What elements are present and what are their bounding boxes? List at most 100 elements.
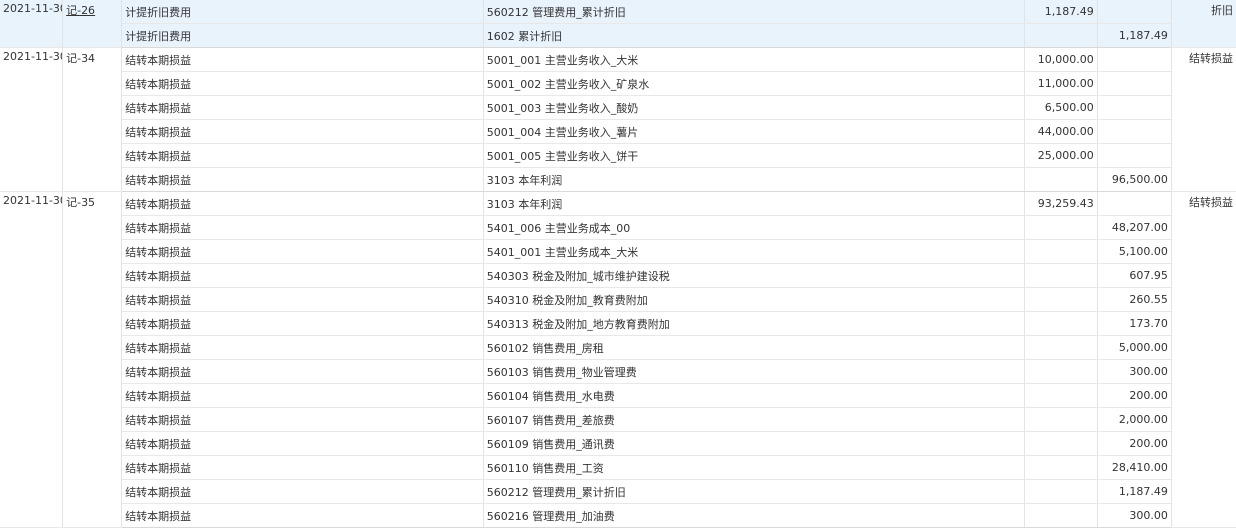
line-summary: 结转本期损益 (121, 479, 484, 504)
line-summary: 结转本期损益 (121, 71, 484, 96)
voucher-line-row[interactable]: 结转本期损益 560109 销售费用_通讯费 200.00 (0, 431, 1236, 456)
line-credit-amount: 300.00 (1097, 359, 1172, 384)
line-summary: 结转本期损益 (121, 263, 484, 288)
line-summary: 结转本期损益 (121, 191, 484, 216)
line-credit-amount: 173.70 (1097, 311, 1172, 336)
line-summary: 计提折旧费用 (121, 0, 484, 24)
line-credit-amount: 48,207.00 (1097, 215, 1172, 240)
line-account: 560110 销售费用_工资 (483, 455, 1025, 480)
line-summary: 结转本期损益 (121, 431, 484, 456)
voucher-number-cell: 记-35 (62, 191, 123, 528)
line-account: 560107 销售费用_差旅费 (483, 407, 1025, 432)
line-summary: 计提折旧费用 (121, 23, 484, 48)
voucher-number-link[interactable]: 记-26 (66, 4, 95, 17)
line-credit-amount (1097, 143, 1172, 168)
voucher-note: 折旧 (1171, 0, 1236, 48)
line-debit-amount (1024, 167, 1098, 192)
line-summary: 结转本期损益 (121, 359, 484, 384)
line-credit-amount: 96,500.00 (1097, 167, 1172, 192)
line-debit-amount (1024, 335, 1098, 360)
voucher-line-row[interactable]: 结转本期损益 5001_003 主营业务收入_酸奶 6,500.00 (0, 95, 1236, 120)
line-credit-amount (1097, 191, 1172, 216)
voucher-line-row[interactable]: 2021-11-30 记-35 结转本期损益 3103 本年利润 93,259.43 结转… (0, 191, 1236, 528)
line-summary: 结转本期损益 (121, 503, 484, 528)
line-account: 540310 税金及附加_教育费附加 (483, 287, 1025, 312)
line-account: 560103 销售费用_物业管理费 (483, 359, 1025, 384)
line-debit-amount: 6,500.00 (1024, 95, 1098, 120)
voucher-line-row[interactable]: 结转本期损益 5001_005 主营业务收入_饼干 25,000.00 (0, 143, 1236, 168)
line-account: 560109 销售费用_通讯费 (483, 431, 1025, 456)
voucher-date: 2021-11-30 (0, 47, 64, 192)
line-debit-amount: 10,000.00 (1024, 47, 1098, 72)
line-account: 5001_003 主营业务收入_酸奶 (483, 95, 1025, 120)
line-credit-amount: 1,187.49 (1097, 23, 1172, 48)
voucher-line-row[interactable]: 计提折旧费用 1602 累计折旧 1,187.49 (0, 23, 1236, 48)
line-credit-amount: 607.95 (1097, 263, 1172, 288)
voucher-line-row[interactable]: 结转本期损益 540303 税金及附加_城市维护建设税 607.95 (0, 263, 1236, 288)
line-account: 5001_002 主营业务收入_矿泉水 (483, 71, 1025, 96)
line-credit-amount (1097, 47, 1172, 72)
line-account: 5001_001 主营业务收入_大米 (483, 47, 1025, 72)
line-credit-amount (1097, 95, 1172, 120)
line-summary: 结转本期损益 (121, 455, 484, 480)
voucher-line-row[interactable]: 2021-11-30 记-26 计提折旧费用 560212 管理费用_累计折旧 1,18… (0, 0, 1236, 48)
line-account: 540303 税金及附加_城市维护建设税 (483, 263, 1025, 288)
line-debit-amount (1024, 311, 1098, 336)
line-account: 5401_006 主营业务成本_00 (483, 215, 1025, 240)
voucher-line-row[interactable]: 结转本期损益 560104 销售费用_水电费 200.00 (0, 383, 1236, 408)
voucher-line-row[interactable]: 结转本期损益 5001_004 主营业务收入_薯片 44,000.00 (0, 119, 1236, 144)
line-summary: 结转本期损益 (121, 167, 484, 192)
line-credit-amount: 1,187.49 (1097, 479, 1172, 504)
voucher-line-row[interactable]: 结转本期损益 560103 销售费用_物业管理费 300.00 (0, 359, 1236, 384)
line-credit-amount: 200.00 (1097, 431, 1172, 456)
line-summary: 结转本期损益 (121, 215, 484, 240)
line-account: 1602 累计折旧 (483, 23, 1025, 48)
line-summary: 结转本期损益 (121, 335, 484, 360)
voucher-line-row[interactable]: 2021-11-30 记-34 结转本期损益 5001_001 主营业务收入_大米 10… (0, 47, 1236, 192)
line-credit-amount: 2,000.00 (1097, 407, 1172, 432)
voucher-number-link[interactable]: 记-35 (66, 196, 95, 209)
line-account: 5001_005 主营业务收入_饼干 (483, 143, 1025, 168)
voucher-note: 结转损益 (1171, 47, 1236, 192)
voucher-line-row[interactable]: 结转本期损益 5001_002 主营业务收入_矿泉水 11,000.00 (0, 71, 1236, 96)
line-account: 560216 管理费用_加油费 (483, 503, 1025, 528)
line-debit-amount: 1,187.49 (1024, 0, 1098, 24)
line-account: 3103 本年利润 (483, 191, 1025, 216)
line-credit-amount: 5,000.00 (1097, 335, 1172, 360)
voucher-line-row[interactable]: 结转本期损益 560102 销售费用_房租 5,000.00 (0, 335, 1236, 360)
voucher-date: 2021-11-30 (0, 0, 64, 48)
voucher-line-row[interactable]: 结转本期损益 5401_006 主营业务成本_00 48,207.00 (0, 215, 1236, 240)
line-summary: 结转本期损益 (121, 287, 484, 312)
line-summary: 结转本期损益 (121, 407, 484, 432)
line-debit-amount (1024, 359, 1098, 384)
voucher-number-cell: 记-34 (62, 47, 123, 192)
line-debit-amount (1024, 407, 1098, 432)
line-debit-amount: 11,000.00 (1024, 71, 1098, 96)
voucher-line-row[interactable]: 结转本期损益 560107 销售费用_差旅费 2,000.00 (0, 407, 1236, 432)
line-debit-amount (1024, 383, 1098, 408)
voucher-line-row[interactable]: 结转本期损益 560216 管理费用_加油费 300.00 (0, 503, 1236, 528)
line-account: 560102 销售费用_房租 (483, 335, 1025, 360)
line-debit-amount (1024, 431, 1098, 456)
voucher-number-cell: 记-26 (62, 0, 123, 48)
voucher-note: 结转损益 (1171, 191, 1236, 528)
voucher-line-row[interactable]: 结转本期损益 560110 销售费用_工资 28,410.00 (0, 455, 1236, 480)
line-account: 560104 销售费用_水电费 (483, 383, 1025, 408)
line-credit-amount (1097, 0, 1172, 24)
voucher-line-row[interactable]: 结转本期损益 540310 税金及附加_教育费附加 260.55 (0, 287, 1236, 312)
voucher-table: 2021-11-30 记-26 计提折旧费用 560212 管理费用_累计折旧 1,18… (0, 0, 1236, 528)
voucher-line-row[interactable]: 结转本期损益 560212 管理费用_累计折旧 1,187.49 (0, 479, 1236, 504)
voucher-line-row[interactable]: 结转本期损益 5401_001 主营业务成本_大米 5,100.00 (0, 239, 1236, 264)
line-debit-amount (1024, 23, 1098, 48)
line-credit-amount: 5,100.00 (1097, 239, 1172, 264)
voucher-line-row[interactable]: 结转本期损益 540313 税金及附加_地方教育费附加 173.70 (0, 311, 1236, 336)
voucher-line-row[interactable]: 结转本期损益 3103 本年利润 96,500.00 (0, 167, 1236, 192)
line-account: 5401_001 主营业务成本_大米 (483, 239, 1025, 264)
line-summary: 结转本期损益 (121, 47, 484, 72)
line-account: 560212 管理费用_累计折旧 (483, 479, 1025, 504)
voucher-number-link[interactable]: 记-34 (66, 52, 95, 65)
line-debit-amount (1024, 215, 1098, 240)
line-summary: 结转本期损益 (121, 95, 484, 120)
line-summary: 结转本期损益 (121, 311, 484, 336)
line-debit-amount (1024, 263, 1098, 288)
